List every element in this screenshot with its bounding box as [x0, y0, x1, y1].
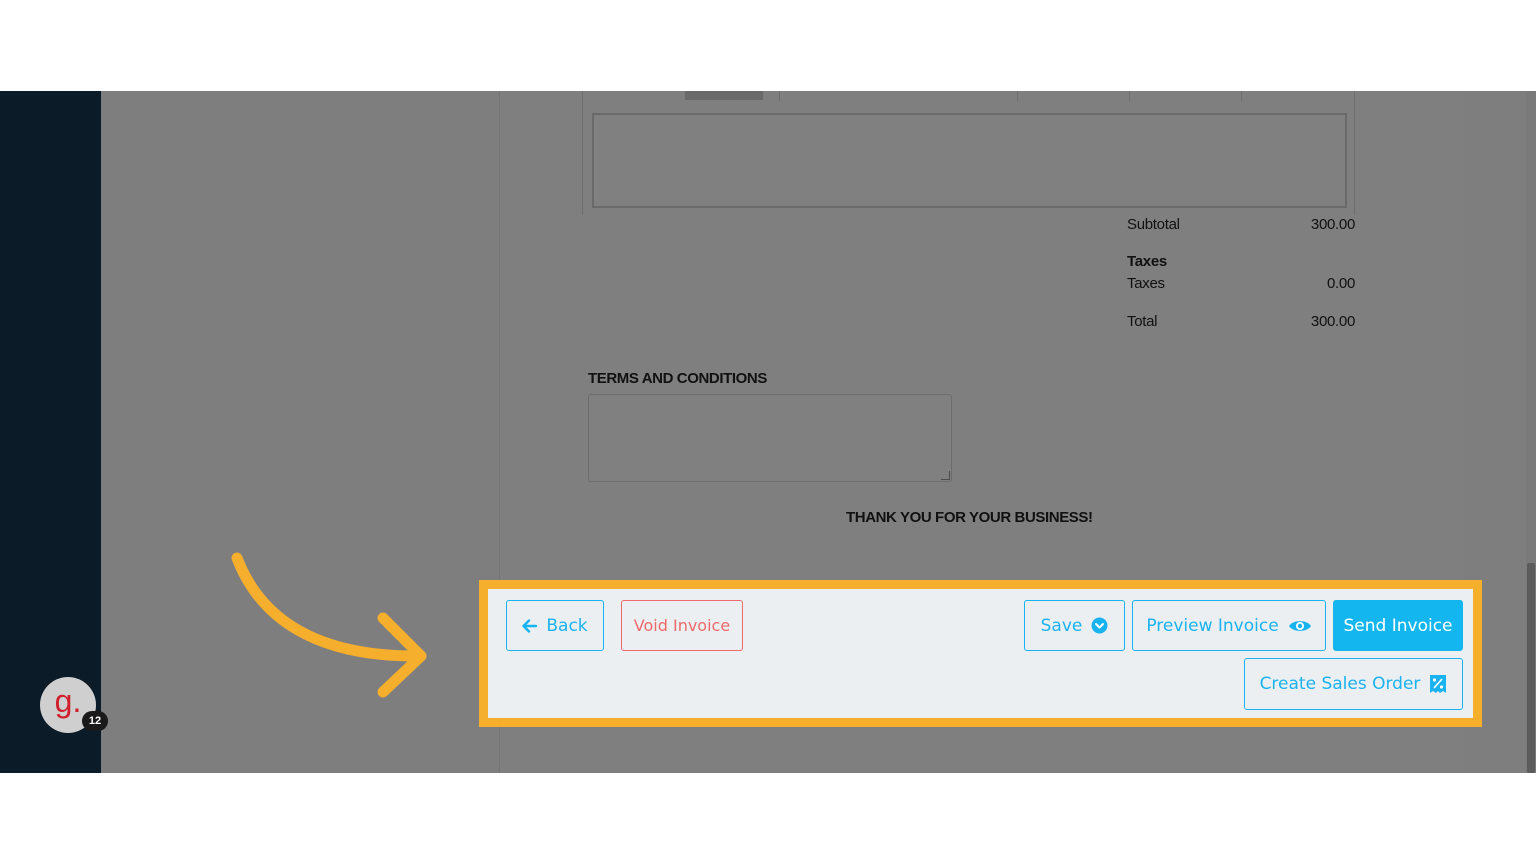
void-invoice-button[interactable]: Void Invoice [621, 600, 743, 651]
back-button-label: Back [546, 615, 588, 636]
total-label: Total [1127, 313, 1158, 330]
create-sales-order-button[interactable]: Create Sales Order [1244, 658, 1463, 710]
taxes-label: Taxes [1127, 275, 1165, 292]
send-invoice-label: Send Invoice [1343, 615, 1453, 636]
line-items-table-fragment [582, 91, 1355, 215]
notes-textarea[interactable] [592, 113, 1347, 208]
back-button[interactable]: Back [506, 600, 604, 651]
create-sales-order-label: Create Sales Order [1259, 674, 1421, 694]
thank-you-message: THANK YOU FOR YOUR BUSINESS! [846, 509, 1093, 526]
total-value: 300.00 [1310, 313, 1355, 330]
table-tab-stub [685, 91, 763, 100]
save-button-label: Save [1040, 615, 1083, 636]
void-invoice-label: Void Invoice [633, 616, 731, 635]
chevron-down-circle-icon [1091, 617, 1108, 634]
taxes-value: 0.00 [1327, 275, 1355, 292]
table-column-divider [779, 91, 780, 101]
taxes-heading: Taxes [1127, 253, 1167, 270]
table-column-divider [1241, 91, 1242, 101]
subtotal-value: 300.00 [1310, 216, 1355, 233]
resize-grip-icon[interactable] [941, 471, 950, 480]
save-button[interactable]: Save [1024, 600, 1125, 651]
terms-title: TERMS AND CONDITIONS [588, 370, 767, 387]
terms-textarea[interactable] [588, 394, 952, 482]
table-column-divider [1017, 91, 1018, 101]
notification-badge: 12 [82, 711, 108, 731]
arrow-left-icon [522, 618, 538, 633]
curved-arrow-icon [231, 552, 427, 698]
scrollbar-thumb[interactable] [1527, 563, 1535, 773]
subtotal-label: Subtotal [1127, 216, 1180, 233]
receipt-percent-icon [1429, 674, 1447, 694]
send-invoice-button[interactable]: Send Invoice [1333, 600, 1463, 651]
left-sidebar [0, 91, 101, 773]
invoice-action-bar: Back Void Invoice Save Preview Invoice S… [479, 580, 1482, 727]
eye-icon [1288, 618, 1312, 634]
table-column-divider [1129, 91, 1130, 101]
preview-invoice-label: Preview Invoice [1146, 615, 1279, 636]
preview-invoice-button[interactable]: Preview Invoice [1132, 600, 1326, 651]
